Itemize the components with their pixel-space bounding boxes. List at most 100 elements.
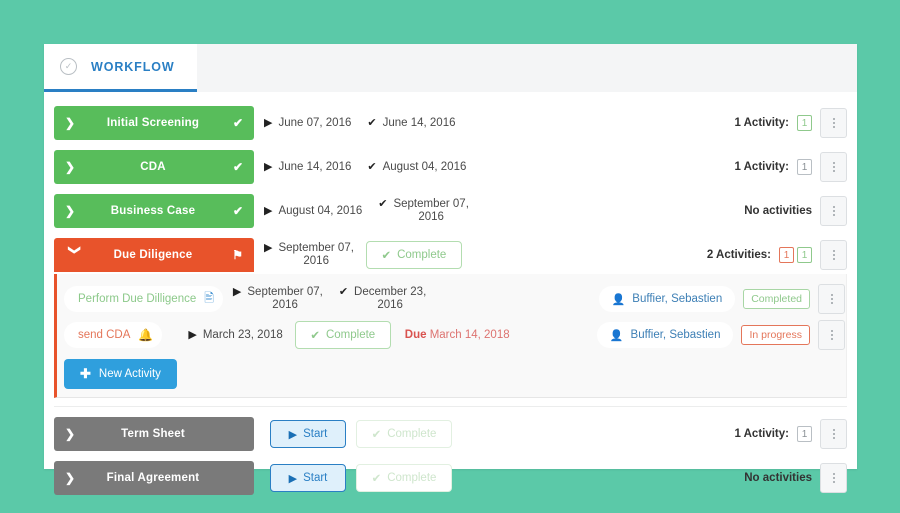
status-badge[interactable]: 1: [797, 247, 812, 263]
status-badge[interactable]: 1: [797, 115, 812, 131]
row-menu-button[interactable]: [820, 152, 847, 182]
stage-row-term-sheet: ❯ Term Sheet ▶ Start ✔ Complete 1 Activi…: [54, 415, 847, 453]
end-date: ✔ August 04, 2016: [367, 161, 466, 174]
stage-label: CDA: [140, 161, 166, 173]
start-button-label: Start: [303, 428, 328, 440]
stage-actions: ▶ Start ✔ Complete: [270, 464, 452, 492]
stage-label: Due Diligence: [113, 249, 193, 261]
start-date: ▶ March 23, 2018: [188, 329, 282, 342]
stage-actions: ✔ Complete: [365, 241, 462, 269]
tab-strip: ✓ WORKFLOW: [44, 44, 857, 92]
row-menu-button[interactable]: [820, 419, 847, 449]
activity-count-label: 1 Activity:: [734, 428, 789, 440]
stage-label: Initial Screening: [106, 117, 200, 129]
activity-count-label: No activities: [744, 472, 812, 484]
stage-button-initial-screening[interactable]: ❯ Initial Screening ✔: [54, 106, 254, 140]
due-diligence-activity-panel: Perform Due Dilligence 🖹 ▶ September 07,…: [54, 274, 847, 398]
activity-count-label: 1 Activity:: [734, 161, 789, 173]
chevron-right-icon: ❯: [65, 471, 76, 485]
complete-button[interactable]: ✔ Complete: [356, 420, 452, 448]
flag-icon: ⚑: [232, 248, 243, 262]
start-date-text: June 14, 2016: [278, 160, 352, 173]
row-menu-button[interactable]: [818, 320, 845, 350]
tab-workflow[interactable]: ✓ WORKFLOW: [44, 44, 197, 92]
assignee-name: Buffier, Sebastien: [630, 329, 721, 341]
play-icon: ▶: [264, 204, 273, 217]
complete-button-label: Complete: [397, 249, 447, 261]
row-menu-button[interactable]: [818, 284, 845, 314]
check-icon: ✔: [371, 429, 382, 441]
due-label: Due: [404, 329, 427, 341]
start-date: ▶ August 04, 2016: [264, 205, 362, 218]
play-icon: ▶: [188, 328, 197, 341]
stage-row-tail: 1 Activity: 1: [734, 419, 847, 449]
stage-button-final-agreement[interactable]: ❯ Final Agreement: [54, 461, 254, 495]
activity-name: send CDA: [78, 329, 131, 341]
stage-button-cda[interactable]: ❯ CDA ✔: [54, 150, 254, 184]
divider: [54, 406, 847, 407]
activity-badges: 1: [797, 159, 812, 175]
complete-button-label: Complete: [325, 329, 376, 341]
status-badge[interactable]: 1: [797, 159, 812, 175]
complete-button-label: Complete: [387, 428, 437, 440]
activity-name: Perform Due Dilligence: [78, 293, 197, 305]
stage-button-term-sheet[interactable]: ❯ Term Sheet: [54, 417, 254, 451]
stage-label: Final Agreement: [106, 472, 200, 484]
assignee-name: Buffier, Sebastien: [632, 293, 723, 305]
chevron-right-icon: ❯: [65, 427, 76, 441]
row-menu-button[interactable]: [820, 463, 847, 493]
chevron-right-icon: ❯: [65, 204, 76, 218]
start-button[interactable]: ▶ Start: [270, 420, 346, 448]
row-menu-button[interactable]: [820, 196, 847, 226]
assignee-chip[interactable]: 👤 Buffier, Sebastien: [598, 286, 736, 312]
status-badge: Completed: [743, 289, 810, 309]
row-menu-button[interactable]: [820, 240, 847, 270]
activity-row-perform-due-dilligence: Perform Due Dilligence 🖹 ▶ September 07,…: [57, 281, 846, 317]
tab-workflow-label: WORKFLOW: [91, 59, 175, 74]
end-date: ✔ September 07, 2016: [378, 198, 469, 224]
check-icon: ✔: [367, 116, 377, 129]
stage-button-due-diligence[interactable]: ❯ Due Diligence ⚑: [54, 238, 254, 272]
check-icon: ✔: [232, 160, 243, 174]
user-icon: 👤: [611, 293, 626, 306]
stage-row-final-agreement: ❯ Final Agreement ▶ Start ✔ Complete No …: [54, 459, 847, 497]
start-button-label: Start: [303, 472, 328, 484]
start-button[interactable]: ▶ Start: [270, 464, 346, 492]
status-badge[interactable]: 1: [779, 247, 794, 263]
workflow-body: ❯ Initial Screening ✔ ▶ June 07, 2016 ✔ …: [44, 92, 857, 513]
status-badge[interactable]: 1: [797, 426, 812, 442]
stage-row-initial-screening: ❯ Initial Screening ✔ ▶ June 07, 2016 ✔ …: [54, 104, 847, 142]
status-badge: In progress: [741, 325, 810, 345]
stage-button-business-case[interactable]: ❯ Business Case ✔: [54, 194, 254, 228]
activity-row-tail: 👤 Buffier, Sebastien In progress: [596, 320, 845, 350]
activity-name-chip[interactable]: send CDA 🔔: [64, 322, 163, 348]
stage-row-tail: No activities: [744, 196, 847, 226]
activity-name-chip[interactable]: Perform Due Dilligence 🖹: [64, 286, 223, 312]
complete-button[interactable]: ✔ Complete: [294, 321, 391, 349]
check-circle-icon: ✓: [60, 58, 77, 75]
user-icon: 👤: [609, 329, 624, 342]
end-date-text: September 07, 2016: [393, 198, 469, 223]
end-date-text: June 14, 2016: [382, 116, 456, 129]
end-date-text: December 23, 2016: [354, 286, 427, 311]
play-icon: ▶: [288, 428, 298, 441]
new-activity-button[interactable]: ✚ New Activity: [64, 359, 177, 389]
stage-row-cda: ❯ CDA ✔ ▶ June 14, 2016 ✔ August 04, 201…: [54, 148, 847, 186]
new-activity-label: New Activity: [98, 368, 161, 380]
play-icon: ▶: [264, 242, 273, 254]
complete-button[interactable]: ✔ Complete: [365, 241, 462, 269]
start-date-text: September 07, 2016: [247, 286, 323, 311]
row-menu-button[interactable]: [820, 108, 847, 138]
complete-button[interactable]: ✔ Complete: [356, 464, 452, 492]
assignee-chip[interactable]: 👤 Buffier, Sebastien: [596, 322, 734, 348]
new-activity-wrap: ✚ New Activity: [57, 353, 846, 389]
check-icon: ✔: [338, 286, 349, 298]
activity-dates: ▶ September 07, 2016 ✔ December 23, 2016: [233, 286, 426, 312]
due-date: Due March 14, 2018: [405, 329, 510, 341]
end-date-text: August 04, 2016: [382, 160, 467, 173]
check-icon: ✔: [367, 160, 377, 173]
stage-row-due-diligence: ❯ Due Diligence ⚑ ▶ September 07, 2016 ✔…: [54, 236, 847, 274]
page-root: ✓ WORKFLOW ❯ Initial Screening ✔ ▶ June …: [0, 0, 900, 513]
bell-icon: 🔔: [138, 328, 154, 342]
end-date: ✔ December 23, 2016: [339, 286, 426, 312]
